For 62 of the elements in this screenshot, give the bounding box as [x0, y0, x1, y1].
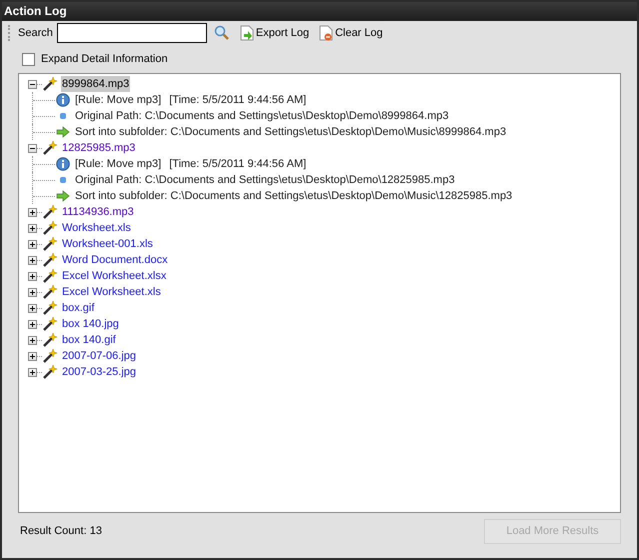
- tree-item[interactable]: 2007-03-25.jpg: [61, 364, 138, 380]
- tree-item[interactable]: 2007-07-06.jpg: [61, 348, 138, 364]
- collapse-toggle[interactable]: [28, 80, 37, 88]
- tree-item[interactable]: box 140.jpg: [61, 316, 120, 332]
- tree-item[interactable]: 8999864.mp3: [61, 76, 130, 92]
- magic-wand-icon: [42, 252, 58, 268]
- detail-text: [Time: 5/5/2011 9:44:56 AM]: [169, 156, 306, 172]
- detail-text: Sort into subfolder: C:\Documents and Settings\etus\Desktop\Demo\Music\12825985.mp3: [75, 188, 512, 204]
- expand-toggle[interactable]: [28, 224, 37, 232]
- magic-wand-icon: [42, 268, 58, 284]
- magic-wand-icon: [42, 316, 58, 332]
- detail-text: Sort into subfolder: C:\Documents and Settings\etus\Desktop\Demo\Music\8999864.mp3: [75, 124, 506, 140]
- info-icon: [56, 157, 70, 171]
- tree-item[interactable]: box.gif: [61, 300, 96, 316]
- window-title: Action Log: [2, 2, 637, 21]
- expand-toggle[interactable]: [28, 336, 37, 344]
- magic-wand-icon: [42, 348, 58, 364]
- expand-toggle[interactable]: [28, 256, 37, 264]
- arrow-right-icon: [56, 190, 70, 202]
- result-count: Result Count: 13: [19, 524, 102, 540]
- expand-toggle[interactable]: [28, 304, 37, 312]
- tree-item[interactable]: Worksheet.xls: [61, 220, 132, 236]
- document-export-icon: [240, 25, 254, 41]
- detail-text: Original Path: C:\Documents and Settings\etus\Desktop\Demo\12825985.mp3: [75, 172, 455, 188]
- tree-item[interactable]: 12825985.mp3: [61, 140, 136, 156]
- export-log-button[interactable]: Export Log: [240, 24, 310, 42]
- document-remove-icon: [319, 25, 334, 41]
- magic-wand-icon: [42, 300, 58, 316]
- tree-item[interactable]: Excel Worksheet.xlsx: [61, 268, 168, 284]
- checkbox-label: Expand Detail Information: [41, 52, 168, 67]
- info-icon: [56, 93, 70, 107]
- expand-toggle[interactable]: [28, 240, 37, 248]
- magic-wand-icon: [42, 284, 58, 300]
- magic-wand-icon: [42, 364, 58, 380]
- expand-toggle[interactable]: [28, 320, 37, 328]
- expand-toggle[interactable]: [28, 368, 37, 376]
- search-label: Search: [18, 26, 53, 41]
- arrow-right-icon: [56, 126, 70, 138]
- detail-text: [Rule: Move mp3]: [75, 92, 162, 108]
- search-field[interactable]: [56, 23, 207, 43]
- clear-log-button[interactable]: Clear Log: [319, 24, 383, 42]
- magic-wand-icon: [42, 76, 58, 92]
- detail-text: [Time: 5/5/2011 9:44:56 AM]: [169, 92, 306, 108]
- detail-text: [Rule: Move mp3]: [75, 156, 162, 172]
- detail-text: Original Path: C:\Documents and Settings\etus\Desktop\Demo\8999864.mp3: [75, 108, 449, 124]
- tree-item[interactable]: 11134936.mp3: [61, 204, 135, 220]
- expand-toggle[interactable]: [28, 272, 37, 280]
- expand-toggle[interactable]: [28, 352, 37, 360]
- expand-toggle[interactable]: [28, 208, 37, 216]
- tree-item[interactable]: Excel Worksheet.xls: [61, 284, 162, 300]
- tree-item[interactable]: Word Document.docx: [61, 252, 169, 268]
- checkbox[interactable]: [22, 52, 35, 66]
- tree-item[interactable]: Worksheet-001.xls: [61, 236, 154, 252]
- tree-item[interactable]: box 140.gif: [61, 332, 117, 348]
- magic-wand-icon: [42, 140, 58, 156]
- magic-wand-icon: [42, 204, 58, 220]
- magic-wand-icon: [42, 220, 58, 236]
- magic-wand-icon: [42, 236, 58, 252]
- magic-wand-icon: [42, 332, 58, 348]
- expand-toggle[interactable]: [28, 288, 37, 296]
- search-icon[interactable]: [214, 25, 230, 41]
- collapse-toggle[interactable]: [28, 144, 37, 152]
